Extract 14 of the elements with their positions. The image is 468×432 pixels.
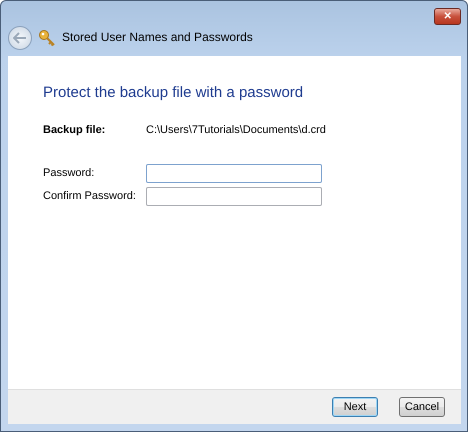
dialog-button[interactable]: Next (332, 397, 378, 417)
close-button[interactable]: ✕ (434, 8, 461, 25)
back-button[interactable] (8, 26, 32, 50)
backup-file-label: Backup file: (43, 122, 106, 138)
field-label: Confirm Password: (43, 189, 137, 204)
key-icon (38, 29, 56, 47)
field-label: Password: (43, 166, 96, 182)
page-heading: Protect the backup file with a password (43, 83, 304, 103)
back-arrow-icon (13, 32, 27, 44)
window-title: Stored User Names and Passwords (62, 29, 253, 46)
backup-file-path: C:\Users\7Tutorials\Documents\d.crd (146, 122, 326, 138)
dialog-button[interactable]: Cancel (399, 397, 445, 417)
password-field[interactable] (146, 187, 322, 206)
password-field[interactable] (146, 164, 322, 183)
